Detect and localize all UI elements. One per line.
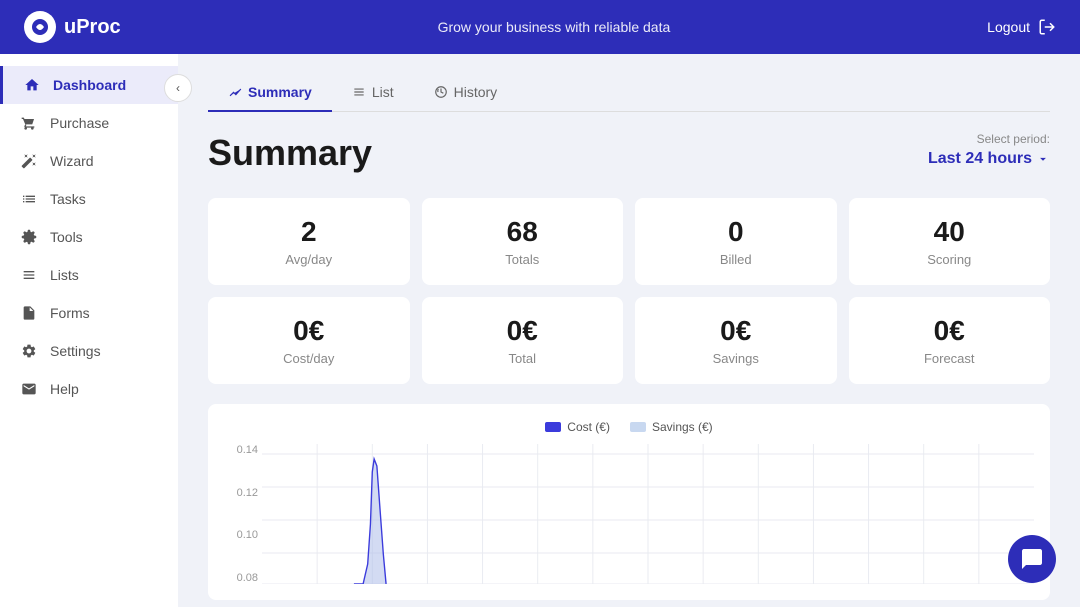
savings-dot [630, 422, 646, 432]
sidebar-item-label: Wizard [50, 153, 94, 169]
y-label-1: 0.10 [224, 529, 258, 541]
sidebar-item-label: Tasks [50, 191, 86, 207]
sidebar-item-forms[interactable]: Forms [0, 294, 178, 332]
tabs: Summary List History [208, 74, 1050, 112]
sidebar-item-label: Dashboard [53, 77, 126, 93]
chevron-down-icon [1036, 152, 1050, 166]
sidebar-item-dashboard[interactable]: Dashboard [0, 66, 178, 104]
main-layout: ‹ Dashboard Purchase Wizard Tasks [0, 54, 1080, 607]
period-label: Select period: [928, 132, 1050, 146]
tab-history[interactable]: History [414, 74, 518, 112]
tools-icon [20, 228, 38, 246]
legend-savings: Savings (€) [630, 420, 713, 434]
sidebar-item-help[interactable]: Help [0, 370, 178, 408]
sidebar-item-label: Tools [50, 229, 83, 245]
chart-icon [228, 85, 242, 99]
logout-button[interactable]: Logout [987, 18, 1056, 36]
header-row: Summary Select period: Last 24 hours [208, 132, 1050, 174]
page-title: Summary [208, 132, 372, 174]
stat-avg-day: 2 Avg/day [208, 198, 410, 285]
tasks-icon [20, 190, 38, 208]
y-label-2: 0.12 [224, 487, 258, 499]
top-nav: uProc Grow your business with reliable d… [0, 0, 1080, 54]
logo-icon [24, 11, 56, 43]
y-label-0: 0.08 [224, 572, 258, 584]
logo-text: uProc [64, 16, 121, 39]
chart-svg [262, 444, 1034, 584]
history-icon [434, 85, 448, 99]
forms-icon [20, 304, 38, 322]
period-selector: Select period: Last 24 hours [928, 132, 1050, 168]
legend-cost: Cost (€) [545, 420, 610, 434]
sidebar-item-label: Settings [50, 343, 101, 359]
sidebar-item-label: Forms [50, 305, 90, 321]
cart-icon [20, 114, 38, 132]
main-content: Summary List History Summary Select peri… [178, 54, 1080, 607]
stat-billed: 0 Billed [635, 198, 837, 285]
sidebar-item-label: Help [50, 381, 79, 397]
logo: uProc [24, 11, 121, 43]
stat-total: 0€ Total [422, 297, 624, 384]
chat-button[interactable] [1008, 535, 1056, 583]
cost-dot [545, 422, 561, 432]
y-label-3: 0.14 [224, 444, 258, 456]
stat-forecast: 0€ Forecast [849, 297, 1051, 384]
chart-legend: Cost (€) Savings (€) [224, 420, 1034, 434]
stat-cost-day: 0€ Cost/day [208, 297, 410, 384]
period-dropdown[interactable]: Last 24 hours [928, 150, 1050, 168]
tab-summary[interactable]: Summary [208, 74, 332, 112]
sidebar-item-tasks[interactable]: Tasks [0, 180, 178, 218]
stat-savings: 0€ Savings [635, 297, 837, 384]
tagline: Grow your business with reliable data [438, 19, 671, 35]
sidebar-item-purchase[interactable]: Purchase [0, 104, 178, 142]
tab-list[interactable]: List [332, 74, 414, 112]
sidebar-item-label: Lists [50, 267, 79, 283]
sidebar: ‹ Dashboard Purchase Wizard Tasks [0, 54, 178, 607]
stats-grid: 2 Avg/day 68 Totals 0 Billed 40 Scoring … [208, 198, 1050, 384]
home-icon [23, 76, 41, 94]
sidebar-item-settings[interactable]: Settings [0, 332, 178, 370]
stat-totals: 68 Totals [422, 198, 624, 285]
sidebar-item-label: Purchase [50, 115, 109, 131]
gear-icon [20, 342, 38, 360]
sidebar-collapse-button[interactable]: ‹ [164, 74, 192, 102]
envelope-icon [20, 380, 38, 398]
lists-icon [20, 266, 38, 284]
chart-container: Cost (€) Savings (€) 0.08 0.10 0.12 0.14 [208, 404, 1050, 600]
sidebar-item-wizard[interactable]: Wizard [0, 142, 178, 180]
wand-icon [20, 152, 38, 170]
stat-scoring: 40 Scoring [849, 198, 1051, 285]
sidebar-item-lists[interactable]: Lists [0, 256, 178, 294]
list-icon [352, 85, 366, 99]
sidebar-item-tools[interactable]: Tools [0, 218, 178, 256]
